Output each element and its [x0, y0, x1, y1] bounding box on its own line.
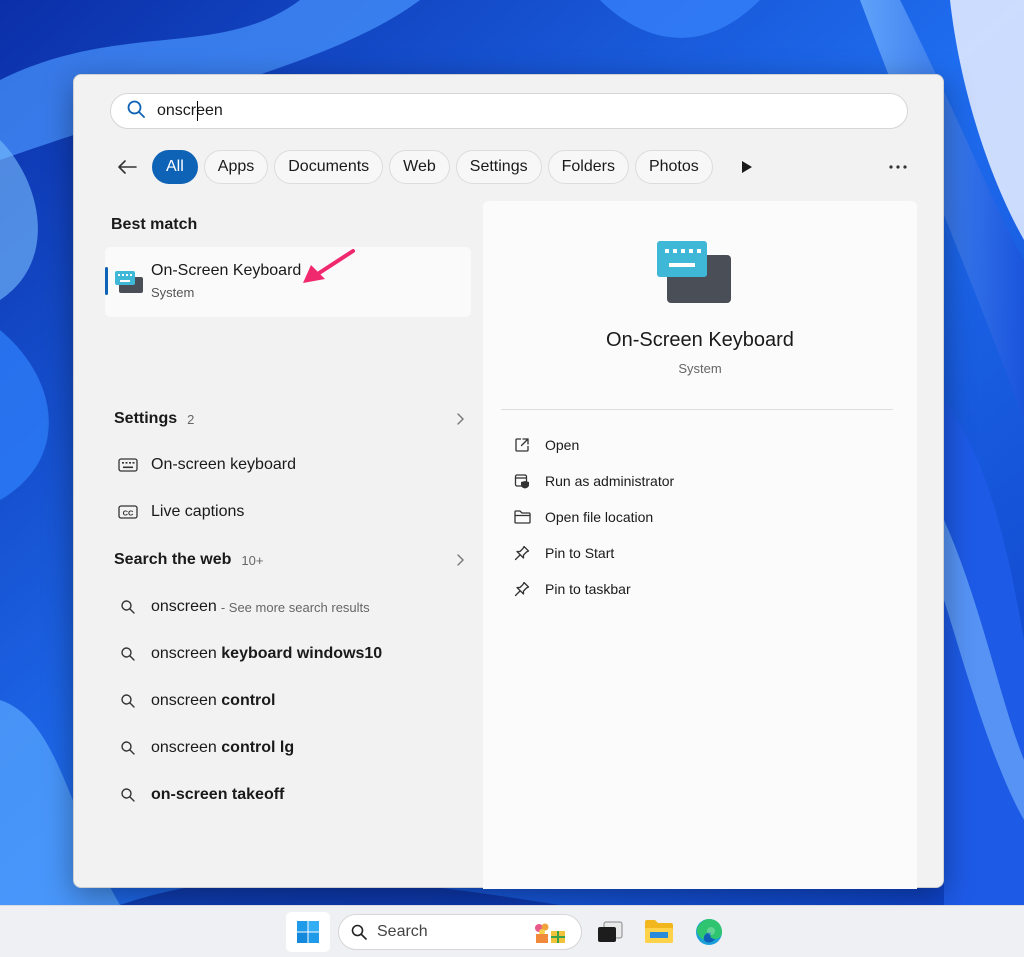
action-label: Open file location	[545, 509, 654, 525]
search-input[interactable]	[157, 102, 757, 120]
task-view-icon	[598, 921, 623, 942]
task-view-button[interactable]	[592, 914, 628, 950]
web-result-bold: on-screen takeoff	[151, 786, 285, 803]
captions-icon: CC	[117, 501, 139, 523]
tab-folders[interactable]: Folders	[547, 150, 629, 184]
filter-bar: All Apps Documents Web Settings Folders …	[114, 149, 757, 185]
more-options-button[interactable]	[886, 155, 910, 179]
taskbar: Search	[0, 905, 1024, 957]
edge-browser-button[interactable]	[691, 914, 727, 950]
web-result-item[interactable]: onscreen control lg	[117, 730, 467, 766]
list-item[interactable]: CC Live captions	[117, 494, 467, 530]
action-label: Run as administrator	[545, 473, 675, 489]
ellipsis-icon	[889, 165, 907, 169]
web-result-text: onscreen keyboard windows10	[151, 645, 383, 662]
action-pin-to-start[interactable]: Pin to Start	[511, 539, 614, 567]
annotation-arrow-icon	[301, 247, 361, 292]
web-result-text: on-screen takeoff	[151, 786, 284, 804]
web-group-header[interactable]: Search the web 10+	[114, 548, 464, 572]
keyboard-app-icon-large	[657, 239, 733, 310]
search-highlight-icon	[533, 922, 569, 949]
tab-all[interactable]: All	[152, 150, 198, 184]
back-button[interactable]	[114, 154, 140, 180]
tab-documents[interactable]: Documents	[274, 150, 384, 184]
search-flyout: All Apps Documents Web Settings Folders …	[73, 74, 944, 889]
keyboard-app-icon	[115, 269, 143, 300]
web-result-text: onscreen	[151, 598, 217, 615]
search-icon	[351, 924, 367, 940]
action-open[interactable]: Open	[511, 431, 579, 459]
start-button[interactable]	[286, 912, 330, 952]
settings-count: 2	[187, 411, 195, 427]
open-external-icon	[511, 434, 533, 456]
edge-icon	[696, 919, 722, 945]
file-explorer-button[interactable]	[641, 914, 677, 950]
list-item[interactable]: On-screen keyboard	[117, 447, 467, 483]
search-box[interactable]	[110, 93, 908, 129]
web-result-item[interactable]: onscreen control	[117, 683, 467, 719]
action-label: Pin to taskbar	[545, 581, 631, 597]
more-tabs-button[interactable]	[737, 157, 757, 177]
selection-indicator	[105, 267, 108, 295]
web-result-bold: control lg	[221, 739, 295, 756]
search-icon	[117, 643, 139, 665]
file-explorer-icon	[645, 920, 673, 943]
result-name: On-Screen Keyboard	[151, 262, 302, 279]
action-open-file-location[interactable]: Open file location	[511, 503, 653, 531]
search-icon	[117, 690, 139, 712]
web-heading: Search the web	[114, 551, 232, 568]
chevron-right-icon	[456, 553, 464, 571]
taskbar-search-label: Search	[377, 923, 428, 940]
shield-icon	[511, 470, 533, 492]
tab-apps[interactable]: Apps	[203, 150, 269, 184]
chevron-right-icon	[456, 412, 464, 430]
taskbar-search[interactable]: Search	[338, 914, 582, 950]
action-run-as-admin[interactable]: Run as administrator	[511, 467, 674, 495]
web-result-item[interactable]: onscreen - See more search results	[117, 589, 467, 625]
best-match-heading: Best match	[111, 216, 198, 233]
pin-icon	[511, 542, 533, 564]
back-arrow-icon	[118, 160, 137, 174]
search-icon	[127, 100, 145, 123]
web-result-bold: keyboard windows10	[221, 645, 383, 662]
web-count: 10+	[241, 552, 264, 568]
settings-group-header[interactable]: Settings 2	[114, 407, 464, 431]
detail-pane: On-Screen Keyboard System Open Run as ad…	[483, 201, 917, 889]
windows-start-icon	[297, 921, 319, 943]
detail-app-name: On-Screen Keyboard	[606, 329, 794, 351]
folder-icon	[511, 506, 533, 528]
text-caret	[197, 101, 198, 121]
action-label: Open	[545, 437, 580, 453]
tab-web[interactable]: Web	[389, 150, 450, 184]
result-type: System	[151, 285, 195, 300]
divider	[501, 409, 893, 410]
best-match-result[interactable]: On-Screen Keyboard System	[105, 247, 471, 317]
tab-settings[interactable]: Settings	[455, 150, 542, 184]
search-icon	[117, 737, 139, 759]
web-result-item[interactable]: on-screen takeoff	[117, 777, 467, 813]
search-icon	[117, 596, 139, 618]
web-result-item[interactable]: onscreen keyboard windows10	[117, 636, 467, 672]
web-result-bold: control	[221, 692, 276, 709]
keyboard-icon	[117, 454, 139, 476]
svg-text:CC: CC	[123, 508, 134, 517]
web-result-hint: - See more search results	[220, 599, 370, 615]
list-item-label: On-screen keyboard	[151, 456, 296, 473]
action-pin-to-taskbar[interactable]: Pin to taskbar	[511, 575, 631, 603]
tab-photos[interactable]: Photos	[634, 150, 713, 184]
settings-heading: Settings	[114, 410, 178, 427]
web-result-text: onscreen control lg	[151, 739, 295, 756]
action-label: Pin to Start	[545, 545, 615, 561]
play-icon	[741, 161, 752, 173]
detail-app-type: System	[678, 361, 722, 376]
web-result-text: onscreen control	[151, 692, 276, 709]
search-icon	[117, 784, 139, 806]
pin-icon	[511, 578, 533, 600]
list-item-label: Live captions	[151, 503, 245, 520]
